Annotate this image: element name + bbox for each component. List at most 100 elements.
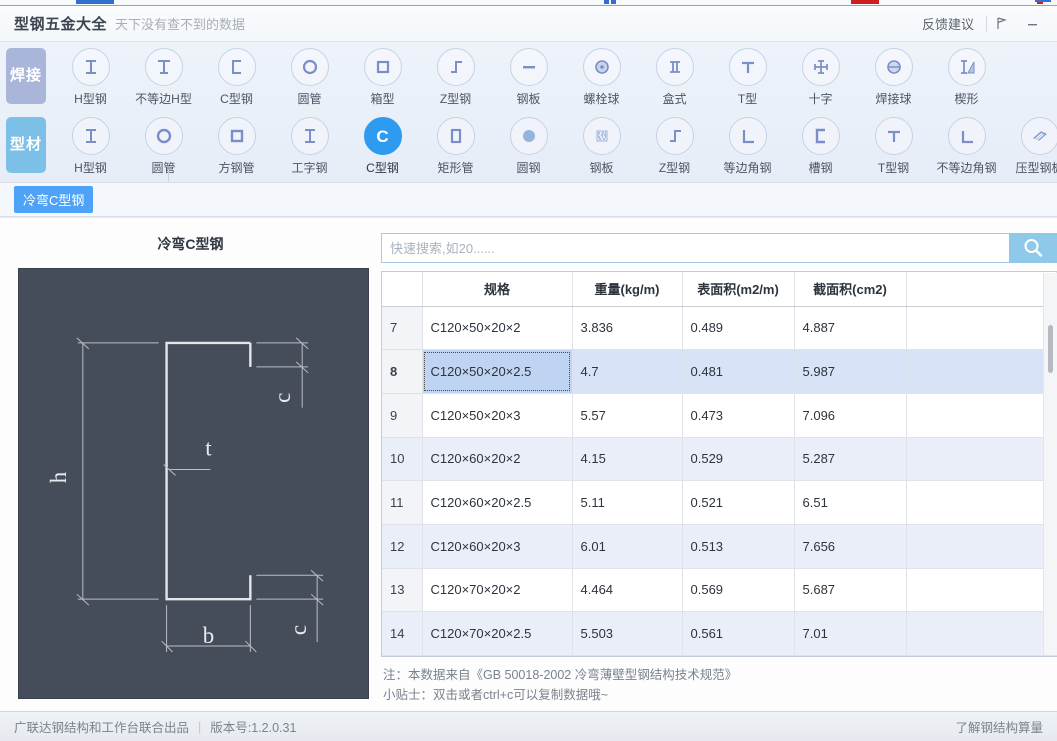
cell-spec[interactable]: C120×60×20×3: [422, 524, 573, 569]
table-row[interactable]: 9 C120×50×20×3 5.57 0.473 7.096: [382, 393, 1057, 438]
round-pipe-icon: [144, 117, 183, 155]
cell-spec[interactable]: C120×50×20×2.5: [422, 349, 573, 394]
table-row[interactable]: 11 C120×60×20×2.5 5.11 0.521 6.51: [382, 480, 1057, 525]
minimize-icon[interactable]: [1017, 12, 1047, 36]
tool-profile-channel[interactable]: 槽钢: [784, 111, 857, 176]
row-index: 14: [382, 611, 423, 656]
cell-section-area[interactable]: 5.687: [794, 568, 907, 613]
cell-weight[interactable]: 4.7: [572, 349, 683, 394]
tab-cold-formed-c-section[interactable]: 冷弯C型钢: [14, 186, 94, 213]
col-header-section-area[interactable]: 截面积(cm2): [794, 272, 907, 307]
tool-profile-checker-plate[interactable]: 钢板: [565, 111, 638, 176]
tool-profile-c-channel[interactable]: C C型钢: [346, 111, 419, 176]
tool-label: T型: [737, 92, 758, 106]
tool-welded-t-section[interactable]: T型: [711, 42, 784, 107]
search-button[interactable]: [1009, 233, 1057, 263]
cell-spec[interactable]: C120×70×20×2: [422, 568, 573, 613]
tool-profile-unequal-angle[interactable]: 不等边角钢: [930, 111, 1003, 176]
cell-spec[interactable]: C120×50×20×2: [422, 306, 573, 351]
cell-section-area[interactable]: 7.656: [794, 524, 907, 569]
tool-profile-equal-angle[interactable]: 等边角钢: [711, 111, 784, 176]
cell-section-area[interactable]: 7.01: [794, 611, 907, 656]
tool-welded-bolt-ball[interactable]: 螺栓球: [565, 42, 638, 107]
pin-icon[interactable]: [987, 12, 1017, 36]
table-row[interactable]: 13 C120×70×20×2 4.464 0.569 5.687: [382, 568, 1057, 613]
tool-profile-z-section[interactable]: Z型钢: [638, 111, 711, 176]
tool-profile-square-pipe[interactable]: 方钢管: [200, 111, 273, 176]
tool-label: 钢板: [516, 92, 541, 106]
cell-weight[interactable]: 4.464: [572, 568, 683, 613]
category-tab-welded[interactable]: 焊接: [6, 48, 46, 104]
col-header-surface-area[interactable]: 表面积(m2/m): [682, 272, 795, 307]
category-tab-profile[interactable]: 型材: [6, 117, 46, 173]
tool-welded-wedge[interactable]: 楔形: [930, 42, 1003, 107]
tool-welded-unequal-h-beam[interactable]: 不等边H型: [127, 42, 200, 107]
cell-weight[interactable]: 3.836: [572, 306, 683, 351]
table-row[interactable]: 7 C120×50×20×2 3.836 0.489 4.887: [382, 306, 1057, 351]
search-icon: [1024, 239, 1043, 257]
tool-welded-box-joint[interactable]: 盒式: [638, 42, 711, 107]
col-header-weight[interactable]: 重量(kg/m): [572, 272, 683, 307]
cell-surface-area[interactable]: 0.569: [682, 568, 795, 613]
cell-weight[interactable]: 5.503: [572, 611, 683, 656]
table-scrollbar[interactable]: [1043, 273, 1057, 655]
spec-table: 规格 重量(kg/m) 表面积(m2/m) 截面积(cm2) 7 C120×50…: [382, 272, 1057, 656]
tool-welded-box-section[interactable]: 箱型: [346, 42, 419, 107]
table-row[interactable]: 14 C120×70×20×2.5 5.503 0.561 7.01: [382, 611, 1057, 656]
label-c-bottom: c: [286, 625, 311, 635]
cell-weight[interactable]: 6.01: [572, 524, 683, 569]
cell-surface-area[interactable]: 0.529: [682, 437, 795, 482]
status-bar: 广联达钢结构和工作台联合出品 | 版本号:1.2.0.31 了解钢结构算量: [0, 711, 1057, 741]
tool-profile-t-section[interactable]: T型钢: [857, 111, 930, 176]
cell-surface-area[interactable]: 0.521: [682, 480, 795, 525]
tool-welded-cross-section[interactable]: 十字: [784, 42, 857, 107]
tool-profile-round-bar[interactable]: 圆钢: [492, 111, 565, 176]
diagram-title: 冷弯C型钢: [157, 236, 224, 252]
tool-welded-z-section[interactable]: Z型钢: [419, 42, 492, 107]
tool-welded-round-pipe[interactable]: 圆管: [273, 42, 346, 107]
tool-label: 槽钢: [808, 161, 833, 175]
cell-surface-area[interactable]: 0.473: [682, 393, 795, 438]
scrollbar-thumb[interactable]: [1048, 325, 1053, 373]
cell-surface-area[interactable]: 0.513: [682, 524, 795, 569]
tool-welded-steel-plate[interactable]: 钢板: [492, 42, 565, 107]
label-t: t: [205, 436, 212, 461]
cell-weight[interactable]: 5.57: [572, 393, 683, 438]
tool-profile-i-beam[interactable]: 工字钢: [273, 111, 346, 176]
tool-profile-rect-pipe[interactable]: 矩形管: [419, 111, 492, 176]
cell-spec[interactable]: C120×70×20×2.5: [422, 611, 573, 656]
tool-label: 钢板: [589, 161, 614, 175]
cell-section-area[interactable]: 4.887: [794, 306, 907, 351]
tool-label: 箱型: [370, 92, 395, 106]
tool-profile-h-beam[interactable]: H型钢: [54, 111, 127, 176]
cell-spec[interactable]: C120×60×20×2.5: [422, 480, 573, 525]
col-header-index[interactable]: [382, 272, 423, 307]
cell-surface-area[interactable]: 0.489: [682, 306, 795, 351]
tool-welded-welded-ball[interactable]: 焊接球: [857, 42, 930, 107]
cell-spec[interactable]: C120×60×20×2: [422, 437, 573, 482]
cell-surface-area[interactable]: 0.481: [682, 349, 795, 394]
cell-surface-area[interactable]: 0.561: [682, 611, 795, 656]
unequal-angle-icon: [947, 117, 986, 155]
table-row[interactable]: 10 C120×60×20×2 4.15 0.529 5.287: [382, 437, 1057, 482]
label-c-top: c: [270, 393, 295, 403]
cell-section-area[interactable]: 7.096: [794, 393, 907, 438]
cell-section-area[interactable]: 5.287: [794, 437, 907, 482]
table-row[interactable]: 8 C120×50×20×2.5 4.7 0.481 5.987: [382, 349, 1057, 394]
status-link[interactable]: 了解钢结构算量: [955, 717, 1043, 736]
feedback-button[interactable]: 反馈建议: [910, 14, 986, 33]
tool-welded-h-beam[interactable]: H型钢: [54, 42, 127, 107]
table-row[interactable]: 12 C120×60×20×3 6.01 0.513 7.656: [382, 524, 1057, 569]
search-input[interactable]: [381, 233, 1009, 263]
tool-welded-c-channel[interactable]: C型钢: [200, 42, 273, 107]
col-header-filler: [906, 272, 1057, 307]
tool-profile-profiled-plate[interactable]: 压型钢板: [1003, 111, 1057, 176]
cell-weight[interactable]: 5.11: [572, 480, 683, 525]
cell-section-area[interactable]: 5.987: [794, 349, 907, 394]
cell-weight[interactable]: 4.15: [572, 437, 683, 482]
tool-profile-round-pipe[interactable]: 圆管: [127, 111, 200, 176]
tool-label: 方钢管: [218, 161, 255, 175]
col-header-spec[interactable]: 规格: [422, 272, 573, 307]
cell-section-area[interactable]: 6.51: [794, 480, 907, 525]
cell-spec[interactable]: C120×50×20×3: [422, 393, 573, 438]
